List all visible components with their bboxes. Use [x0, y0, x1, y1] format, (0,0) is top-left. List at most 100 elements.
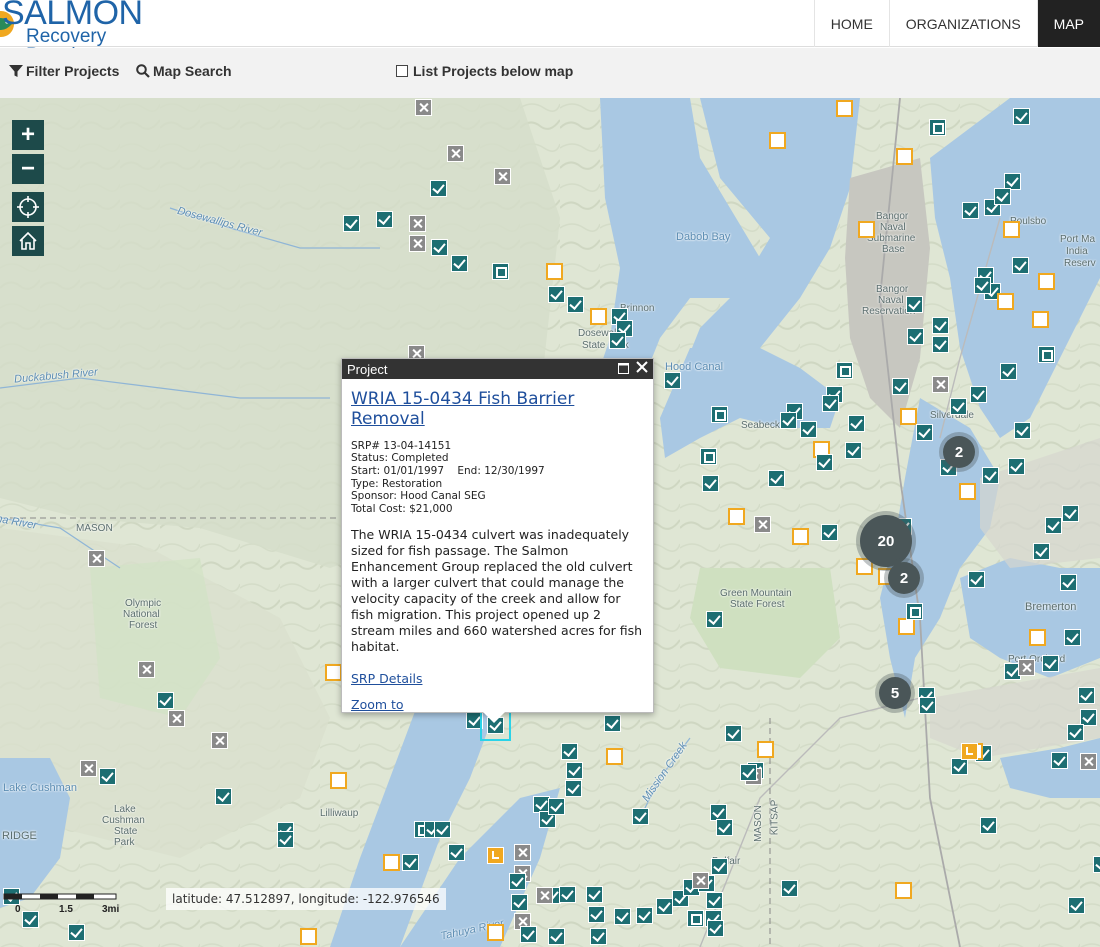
completed-project-marker[interactable] — [1064, 629, 1081, 646]
proposed-project-marker[interactable] — [606, 748, 623, 765]
completed-project-marker[interactable] — [740, 764, 757, 781]
cancelled-project-marker[interactable] — [138, 661, 155, 678]
completed-project-marker[interactable] — [664, 372, 681, 389]
in-progress-project-marker[interactable] — [700, 448, 717, 465]
completed-project-marker[interactable] — [636, 907, 653, 924]
completed-project-marker[interactable] — [932, 336, 949, 353]
completed-project-marker[interactable] — [816, 454, 833, 471]
proposed-project-marker[interactable] — [895, 882, 912, 899]
completed-project-marker[interactable] — [520, 926, 537, 943]
zoom-to-link[interactable]: Zoom to — [351, 697, 644, 712]
completed-project-marker[interactable] — [434, 821, 451, 838]
completed-project-marker[interactable] — [430, 180, 447, 197]
completed-project-marker[interactable] — [962, 202, 979, 219]
completed-project-marker[interactable] — [1051, 752, 1068, 769]
proposed-project-marker[interactable] — [997, 293, 1014, 310]
proposed-project-marker[interactable] — [1032, 311, 1049, 328]
completed-project-marker[interactable] — [1000, 363, 1017, 380]
cancelled-project-marker[interactable] — [536, 887, 553, 904]
proposed-project-marker[interactable] — [757, 741, 774, 758]
completed-project-marker[interactable] — [509, 873, 526, 890]
map-search-button[interactable]: Map Search — [136, 63, 232, 79]
completed-project-marker[interactable] — [982, 467, 999, 484]
in-progress-project-marker[interactable] — [1038, 346, 1055, 363]
cancelled-project-marker[interactable] — [409, 215, 426, 232]
completed-project-marker[interactable] — [916, 424, 933, 441]
cluster-marker-20[interactable]: 20 — [860, 515, 912, 567]
completed-project-marker[interactable] — [768, 470, 785, 487]
completed-project-marker[interactable] — [892, 378, 909, 395]
active-project-marker[interactable] — [487, 847, 504, 864]
completed-project-marker[interactable] — [1042, 655, 1059, 672]
cancelled-project-marker[interactable] — [80, 760, 97, 777]
completed-project-marker[interactable] — [907, 328, 924, 345]
in-progress-project-marker[interactable] — [906, 603, 923, 620]
proposed-project-marker[interactable] — [487, 924, 504, 941]
completed-project-marker[interactable] — [1008, 458, 1025, 475]
completed-project-marker[interactable] — [343, 215, 360, 232]
completed-project-marker[interactable] — [1014, 422, 1031, 439]
completed-project-marker[interactable] — [632, 808, 649, 825]
proposed-project-marker[interactable] — [300, 928, 317, 945]
completed-project-marker[interactable] — [706, 611, 723, 628]
nav-organizations[interactable]: ORGANIZATIONS — [888, 0, 1037, 47]
close-icon[interactable] — [636, 361, 648, 376]
completed-project-marker[interactable] — [822, 395, 839, 412]
cluster-marker-2a[interactable]: 2 — [943, 436, 975, 468]
cancelled-project-marker[interactable] — [415, 99, 432, 116]
proposed-project-marker[interactable] — [383, 854, 400, 871]
cancelled-project-marker[interactable] — [409, 235, 426, 252]
proposed-project-marker[interactable] — [546, 263, 563, 280]
nav-home[interactable]: HOME — [813, 0, 889, 47]
proposed-project-marker[interactable] — [728, 508, 745, 525]
completed-project-marker[interactable] — [559, 886, 576, 903]
list-projects-toggle[interactable]: List Projects below map — [396, 63, 573, 79]
proposed-project-marker[interactable] — [858, 221, 875, 238]
project-map[interactable]: Dabob Bay Brinnon Dosewallips State Park… — [0, 98, 1100, 947]
completed-project-marker[interactable] — [919, 697, 936, 714]
completed-project-marker[interactable] — [68, 924, 85, 941]
completed-project-marker[interactable] — [974, 277, 991, 294]
cluster-marker-2b[interactable]: 2 — [888, 562, 920, 594]
completed-project-marker[interactable] — [848, 415, 865, 432]
completed-project-marker[interactable] — [561, 743, 578, 760]
completed-project-marker[interactable] — [706, 892, 723, 909]
completed-project-marker[interactable] — [780, 412, 797, 429]
cancelled-project-marker[interactable] — [447, 145, 464, 162]
cancelled-project-marker[interactable] — [1018, 659, 1035, 676]
completed-project-marker[interactable] — [548, 798, 565, 815]
completed-project-marker[interactable] — [99, 768, 116, 785]
completed-project-marker[interactable] — [548, 286, 565, 303]
zoom-out-button[interactable]: − — [12, 154, 44, 184]
completed-project-marker[interactable] — [548, 928, 565, 945]
completed-project-marker[interactable] — [1012, 257, 1029, 274]
completed-project-marker[interactable] — [431, 239, 448, 256]
in-progress-project-marker[interactable] — [836, 362, 853, 379]
completed-project-marker[interactable] — [566, 762, 583, 779]
completed-project-marker[interactable] — [707, 920, 724, 937]
completed-project-marker[interactable] — [1093, 856, 1100, 873]
completed-project-marker[interactable] — [609, 332, 626, 349]
cancelled-project-marker[interactable] — [211, 732, 228, 749]
completed-project-marker[interactable] — [781, 880, 798, 897]
completed-project-marker[interactable] — [970, 386, 987, 403]
completed-project-marker[interactable] — [1062, 505, 1079, 522]
completed-project-marker[interactable] — [656, 898, 673, 915]
in-progress-project-marker[interactable] — [492, 263, 509, 280]
cancelled-project-marker[interactable] — [1080, 753, 1097, 770]
completed-project-marker[interactable] — [821, 524, 838, 541]
completed-project-marker[interactable] — [511, 894, 528, 911]
maximize-icon[interactable] — [618, 362, 629, 377]
completed-project-marker[interactable] — [451, 255, 468, 272]
completed-project-marker[interactable] — [376, 211, 393, 228]
proposed-project-marker[interactable] — [1038, 273, 1055, 290]
completed-project-marker[interactable] — [1013, 108, 1030, 125]
completed-project-marker[interactable] — [567, 296, 584, 313]
in-progress-project-marker[interactable] — [687, 910, 704, 927]
proposed-project-marker[interactable] — [959, 483, 976, 500]
list-projects-checkbox[interactable] — [396, 65, 408, 77]
completed-project-marker[interactable] — [565, 780, 582, 797]
completed-project-marker[interactable] — [1033, 543, 1050, 560]
completed-project-marker[interactable] — [1078, 687, 1095, 704]
completed-project-marker[interactable] — [994, 188, 1011, 205]
